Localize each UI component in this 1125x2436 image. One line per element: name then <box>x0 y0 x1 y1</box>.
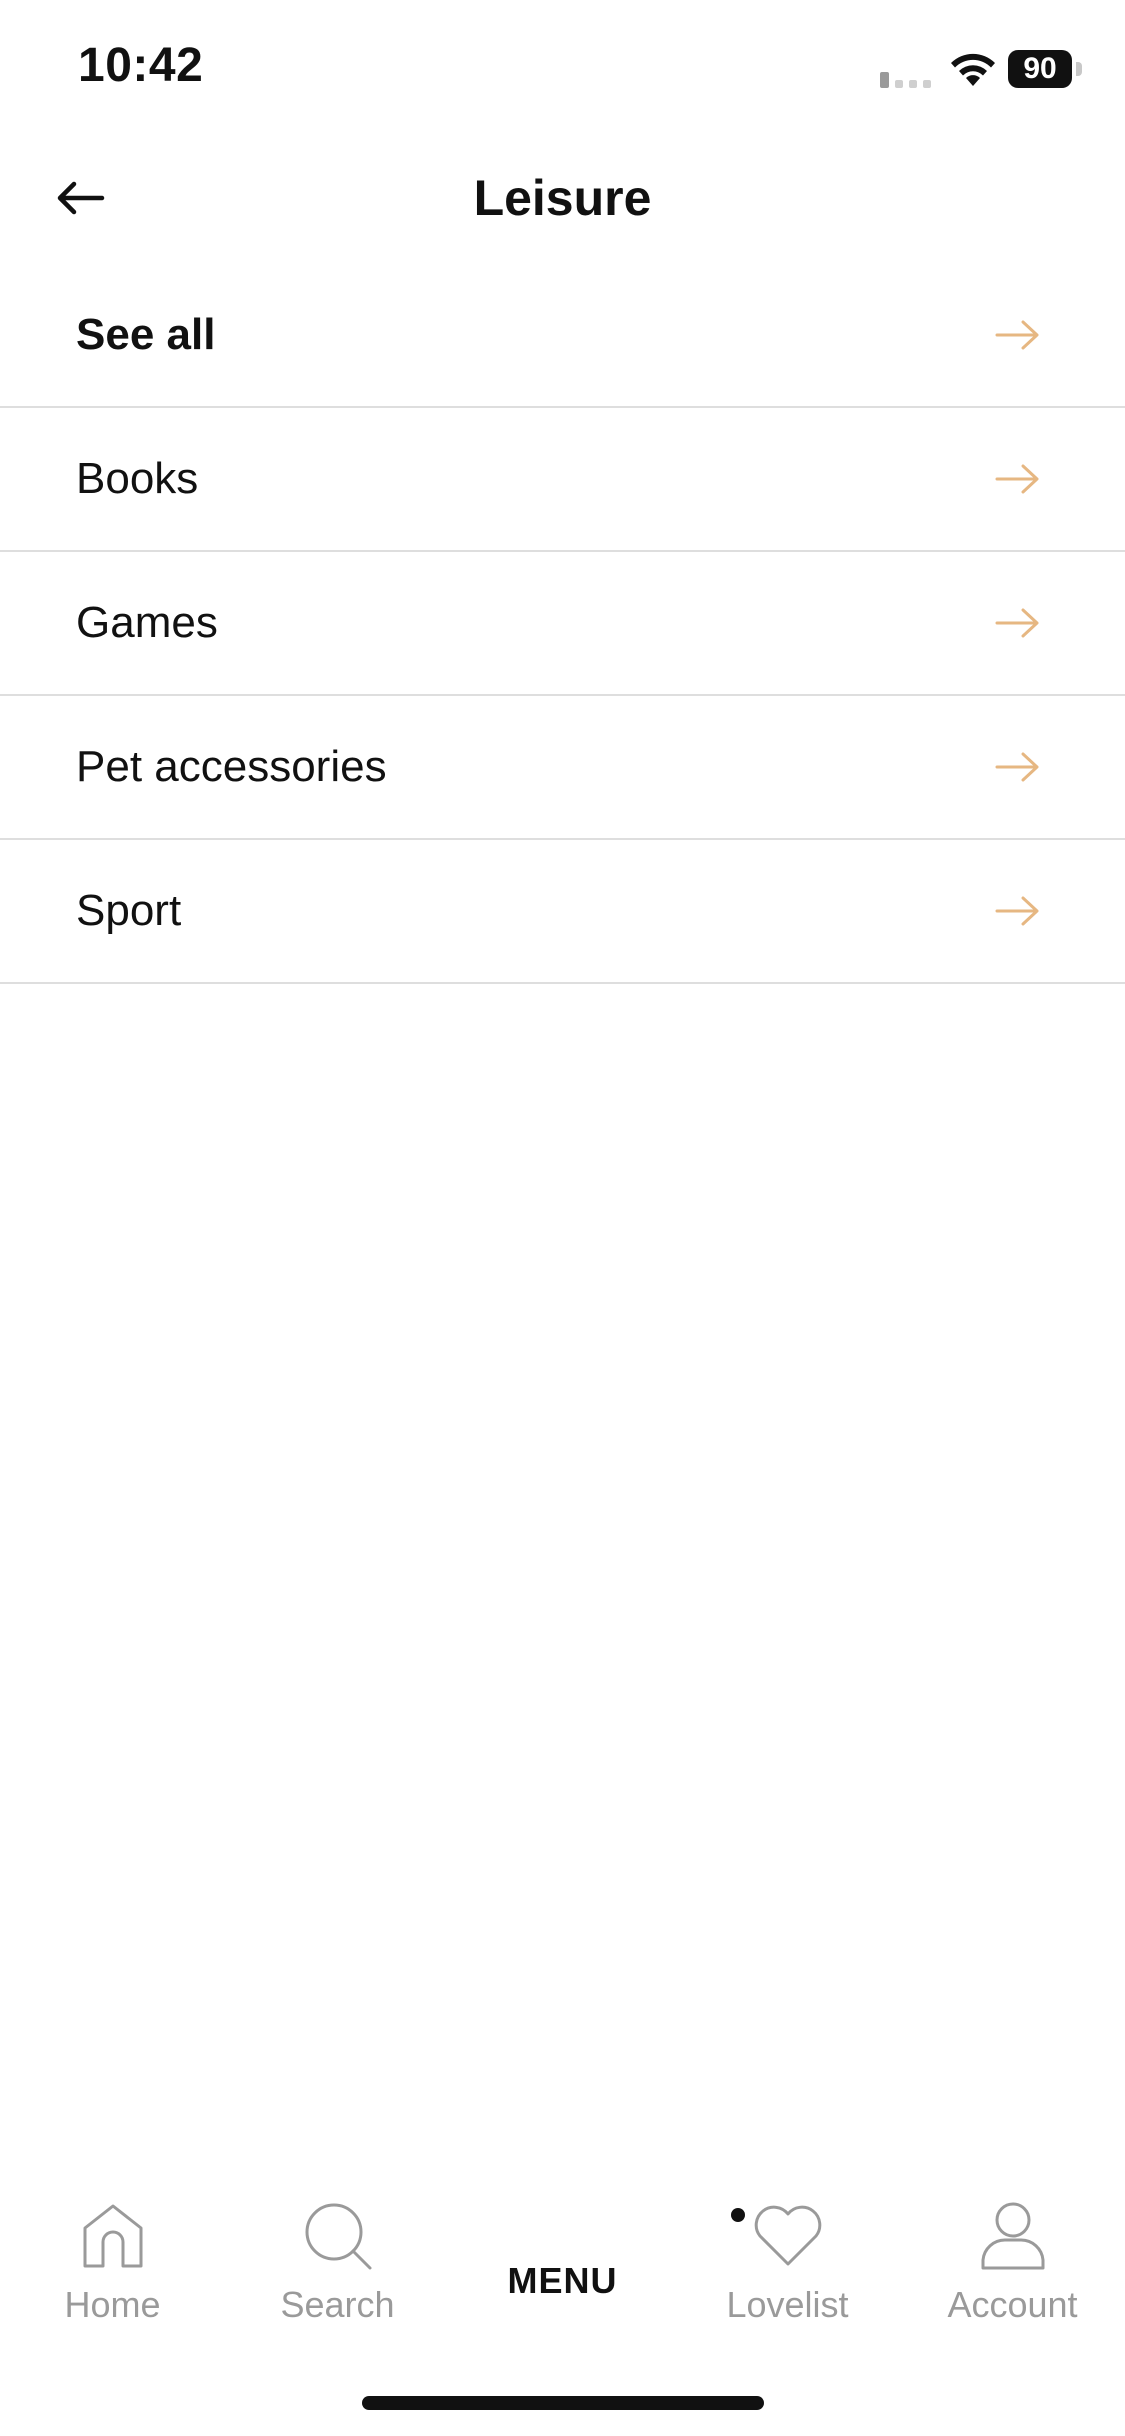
header: Leisure <box>0 140 1125 256</box>
home-indicator[interactable] <box>362 2396 764 2410</box>
arrow-right-icon <box>995 752 1039 782</box>
house-icon <box>83 2204 142 2268</box>
arrow-right-icon <box>995 464 1039 494</box>
wifi-icon <box>951 53 995 86</box>
arrow-right-icon <box>995 320 1039 350</box>
tab-home[interactable]: Home <box>0 2180 225 2350</box>
heart-icon <box>754 2205 821 2266</box>
category-row-see-all[interactable]: See all <box>0 264 1125 408</box>
category-row-games[interactable]: Games <box>0 552 1125 696</box>
tab-label: Account <box>947 2284 1078 2325</box>
category-row-sport[interactable]: Sport <box>0 840 1125 984</box>
category-label: Sport <box>76 886 182 935</box>
arrow-right-icon <box>995 896 1039 926</box>
category-row-books[interactable]: Books <box>0 408 1125 552</box>
page-title: Leisure <box>473 170 652 226</box>
category-label: Pet accessories <box>76 742 387 791</box>
person-icon <box>981 2202 1044 2270</box>
category-label: Books <box>76 454 199 503</box>
cellular-signal-icon <box>880 72 931 88</box>
tab-label: Lovelist <box>726 2284 849 2325</box>
tab-lovelist[interactable]: Lovelist <box>675 2180 900 2350</box>
category-label: See all <box>76 310 216 359</box>
battery-cap <box>1076 62 1082 76</box>
back-button[interactable] <box>44 162 116 234</box>
tab-bar: Home Search MENU Lovelist Account <box>0 2180 1125 2350</box>
tab-menu-label: MENU <box>507 2260 618 2301</box>
status-bar: 10:42 90 <box>0 0 1125 140</box>
tab-account[interactable]: Account <box>900 2180 1125 2350</box>
tab-label: Home <box>64 2284 161 2325</box>
category-row-pet-accessories[interactable]: Pet accessories <box>0 696 1125 840</box>
magnifier-icon <box>305 2203 371 2270</box>
notification-dot <box>731 2208 745 2222</box>
battery-level: 90 <box>1008 50 1072 88</box>
tab-search[interactable]: Search <box>225 2180 450 2350</box>
battery-icon: 90 <box>1008 50 1084 88</box>
status-time: 10:42 <box>78 39 204 92</box>
category-list: See all Books Games Pet accessories Spor… <box>0 264 1125 984</box>
tab-label: Search <box>280 2284 395 2325</box>
screen: 10:42 90 Leisure See all Books Games Pet… <box>0 0 1125 2436</box>
arrow-left-icon <box>57 181 105 215</box>
arrow-right-icon <box>995 608 1039 638</box>
tab-menu[interactable]: MENU <box>450 2180 675 2350</box>
category-label: Games <box>76 598 218 647</box>
